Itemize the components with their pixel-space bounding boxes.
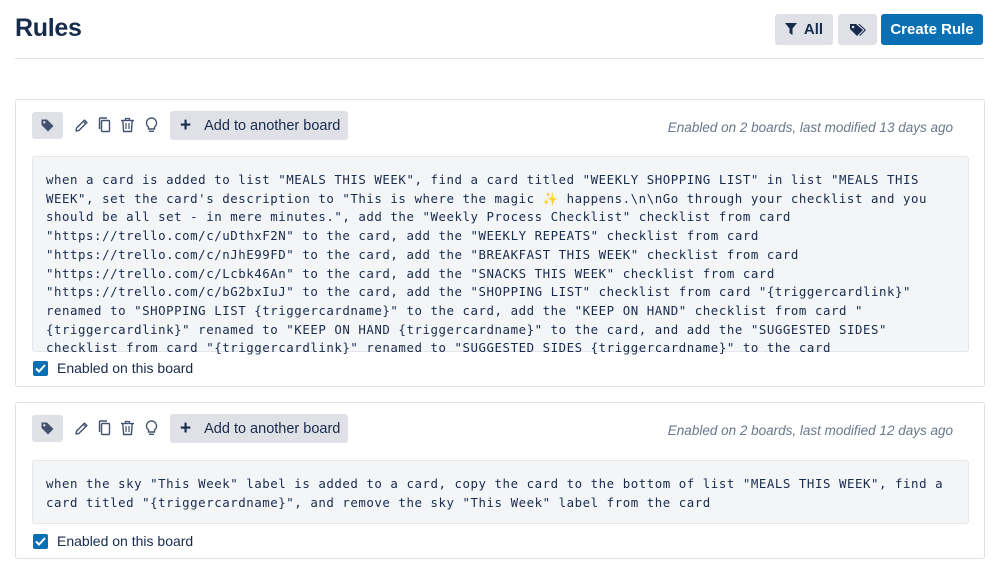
add-to-another-board-label: Add to another board (204, 420, 341, 437)
rule-description: when the sky "This Week" label is added … (32, 460, 969, 524)
enabled-checkbox[interactable] (33, 360, 48, 376)
edit-rule-button[interactable] (72, 419, 90, 437)
page-header: Rules All Create Rule (15, 0, 984, 59)
rule-card: + Add to another board Enabled on 2 boar… (15, 99, 985, 387)
plus-icon: + (180, 115, 192, 136)
plus-icon: + (180, 418, 192, 439)
rule-tip-button[interactable] (142, 116, 160, 134)
tag-icon (41, 119, 54, 132)
pencil-icon (74, 421, 88, 435)
add-to-another-board-button[interactable]: + Add to another board (170, 414, 348, 443)
labels-filter-button[interactable] (838, 14, 877, 45)
add-to-another-board-label: Add to another board (204, 117, 341, 134)
enabled-label: Enabled on this board (57, 360, 194, 376)
create-rule-button[interactable]: Create Rule (881, 14, 983, 45)
rule-meta: Enabled on 2 boards, last modified 13 da… (667, 120, 953, 135)
enabled-on-board-toggle[interactable]: Enabled on this board (33, 533, 193, 549)
lightbulb-icon (145, 420, 157, 435)
rule-label-button[interactable] (32, 112, 63, 139)
copy-icon (98, 420, 110, 436)
filter-all-button[interactable]: All (775, 14, 833, 45)
checkmark-icon (35, 536, 46, 546)
rule-card: + Add to another board Enabled on 2 boar… (15, 402, 985, 559)
enabled-label: Enabled on this board (57, 533, 194, 549)
copy-rule-button[interactable] (95, 116, 113, 134)
rule-label-button[interactable] (32, 415, 63, 442)
rule-meta: Enabled on 2 boards, last modified 12 da… (667, 423, 953, 438)
copy-icon (98, 117, 110, 133)
copy-rule-button[interactable] (95, 419, 113, 437)
filter-all-label: All (803, 21, 824, 38)
add-to-another-board-button[interactable]: + Add to another board (170, 111, 348, 140)
tags-icon (849, 23, 866, 36)
enabled-checkbox[interactable] (33, 533, 48, 549)
filter-icon (784, 23, 797, 35)
delete-rule-button[interactable] (118, 116, 136, 134)
enabled-on-board-toggle[interactable]: Enabled on this board (33, 360, 193, 376)
page-title: Rules (15, 14, 82, 42)
trash-icon (120, 420, 134, 436)
lightbulb-icon (145, 117, 157, 132)
tag-icon (41, 422, 54, 435)
pencil-icon (74, 118, 88, 132)
rule-description: when a card is added to list "MEALS THIS… (32, 156, 969, 355)
checkmark-icon (35, 363, 46, 373)
edit-rule-button[interactable] (72, 116, 90, 134)
trash-icon (120, 117, 134, 133)
rule-tip-button[interactable] (142, 419, 160, 437)
delete-rule-button[interactable] (118, 419, 136, 437)
